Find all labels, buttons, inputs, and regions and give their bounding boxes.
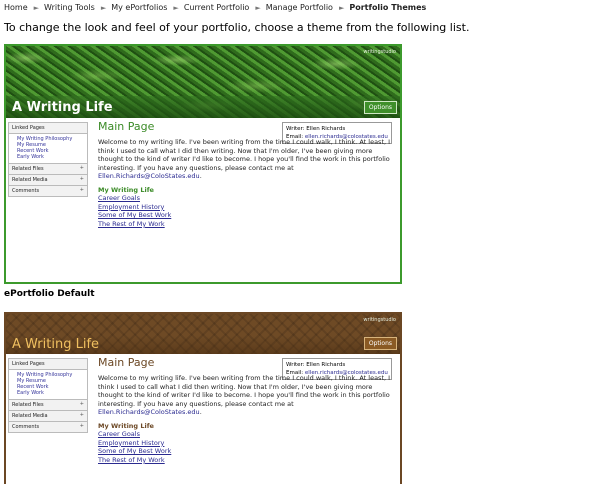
sidebar-related-files[interactable]: Related Files + <box>8 164 88 175</box>
list-link[interactable]: Career Goals <box>98 430 171 439</box>
paragraph-text: Welcome to my writing life. I've been wr… <box>98 138 391 172</box>
expand-icon[interactable]: + <box>80 401 84 407</box>
sidebar: Linked Pages My Writing Philosophy My Re… <box>8 122 88 197</box>
sidebar-related-media[interactable]: Related Media + <box>8 411 88 422</box>
sidebar: Linked Pages My Writing Philosophy My Re… <box>8 358 88 433</box>
sidebar-linked-pages-header[interactable]: Linked Pages <box>8 122 88 134</box>
list-title: My Writing Life <box>98 186 154 194</box>
theme-label: ePortfolio Default <box>4 289 95 299</box>
sidebar-section-label: Comments <box>12 188 40 194</box>
list-link[interactable]: Employment History <box>98 439 171 448</box>
options-button[interactable]: Options <box>363 337 397 350</box>
breadcrumb: Home ► Writing Tools ► My ePortfolios ► Curren… <box>4 3 426 12</box>
site-title: A Writing Life <box>12 100 113 115</box>
theme-preview-default[interactable]: writingstudio A Writing Life Options Lin… <box>4 44 402 284</box>
sidebar-section-label: Related Files <box>12 166 44 172</box>
sidebar-linked-pages-list: My Writing Philosophy My Resume Recent W… <box>8 370 88 400</box>
sidebar-comments[interactable]: Comments + <box>8 422 88 433</box>
chevron-right-icon: ► <box>173 4 179 12</box>
breadcrumb-my-eportfolios[interactable]: My ePortfolios <box>111 3 167 12</box>
sidebar-section-label: Comments <box>12 424 40 430</box>
contact-email-link[interactable]: Ellen.Richards@ColoStates.edu <box>98 172 200 180</box>
breadcrumb-current-portfolio[interactable]: Current Portfolio <box>184 3 250 12</box>
breadcrumb-current-page: Portfolio Themes <box>349 3 427 12</box>
page-intro: To change the look and feel of your port… <box>4 21 470 34</box>
expand-icon[interactable]: + <box>80 412 84 418</box>
list-link[interactable]: Some of My Best Work <box>98 447 171 456</box>
writing-links: Career Goals Employment History Some of … <box>98 430 171 464</box>
list-link[interactable]: Some of My Best Work <box>98 211 171 220</box>
sidebar-linked-pages-header[interactable]: Linked Pages <box>8 358 88 370</box>
chevron-right-icon: ► <box>100 4 107 12</box>
expand-icon[interactable]: + <box>80 187 84 193</box>
paragraph-text: Welcome to my writing life. I've been wr… <box>98 374 391 408</box>
sidebar-linked-pages-list: My Writing Philosophy My Resume Recent W… <box>8 134 88 164</box>
chevron-right-icon: ► <box>33 4 40 12</box>
expand-icon[interactable]: + <box>80 176 84 182</box>
main-content: Main Page Writer: Ellen Richards Email: … <box>98 120 398 228</box>
contact-email-link[interactable]: Ellen.Richards@ColoStates.edu <box>98 408 200 416</box>
sidebar-section-label: Related Media <box>12 413 48 419</box>
sidebar-section-label: Related Files <box>12 402 44 408</box>
chevron-right-icon: ► <box>338 4 345 12</box>
sidebar-related-files[interactable]: Related Files + <box>8 400 88 411</box>
sidebar-comments[interactable]: Comments + <box>8 186 88 197</box>
breadcrumb-manage-portfolio[interactable]: Manage Portfolio <box>266 3 333 12</box>
list-title: My Writing Life <box>98 422 154 430</box>
theme-preview-brown[interactable]: writingstudio A Writing Life Options Lin… <box>4 312 402 484</box>
writer-name: Writer: Ellen Richards <box>286 126 346 132</box>
options-button[interactable]: Options <box>363 101 397 114</box>
list-link[interactable]: Employment History <box>98 203 171 212</box>
intro-paragraph: Welcome to my writing life. I've been wr… <box>98 138 391 181</box>
intro-paragraph: Welcome to my writing life. I've been wr… <box>98 374 391 417</box>
breadcrumb-home[interactable]: Home <box>4 3 28 12</box>
theme-banner: writingstudio A Writing Life Options <box>6 314 400 354</box>
list-link[interactable]: The Rest of My Work <box>98 456 171 465</box>
sidebar-related-media[interactable]: Related Media + <box>8 175 88 186</box>
sidebar-link[interactable]: Early Work <box>17 390 87 396</box>
breadcrumb-writing-tools[interactable]: Writing Tools <box>44 3 95 12</box>
chevron-right-icon: ► <box>255 4 261 12</box>
writer-name: Writer: Ellen Richards <box>286 362 346 368</box>
logo: writingstudio <box>363 49 396 55</box>
main-content: Main Page Writer: Ellen Richards Email: … <box>98 356 398 464</box>
sidebar-section-label: Related Media <box>12 177 48 183</box>
theme-banner: writingstudio A Writing Life Options <box>6 46 400 118</box>
expand-icon[interactable]: + <box>80 165 84 171</box>
expand-icon[interactable]: + <box>80 423 84 429</box>
list-link[interactable]: The Rest of My Work <box>98 220 171 229</box>
writing-links: Career Goals Employment History Some of … <box>98 194 171 228</box>
list-link[interactable]: Career Goals <box>98 194 171 203</box>
sidebar-link[interactable]: Early Work <box>17 154 87 160</box>
logo: writingstudio <box>363 317 396 323</box>
site-title: A Writing Life <box>12 337 100 352</box>
